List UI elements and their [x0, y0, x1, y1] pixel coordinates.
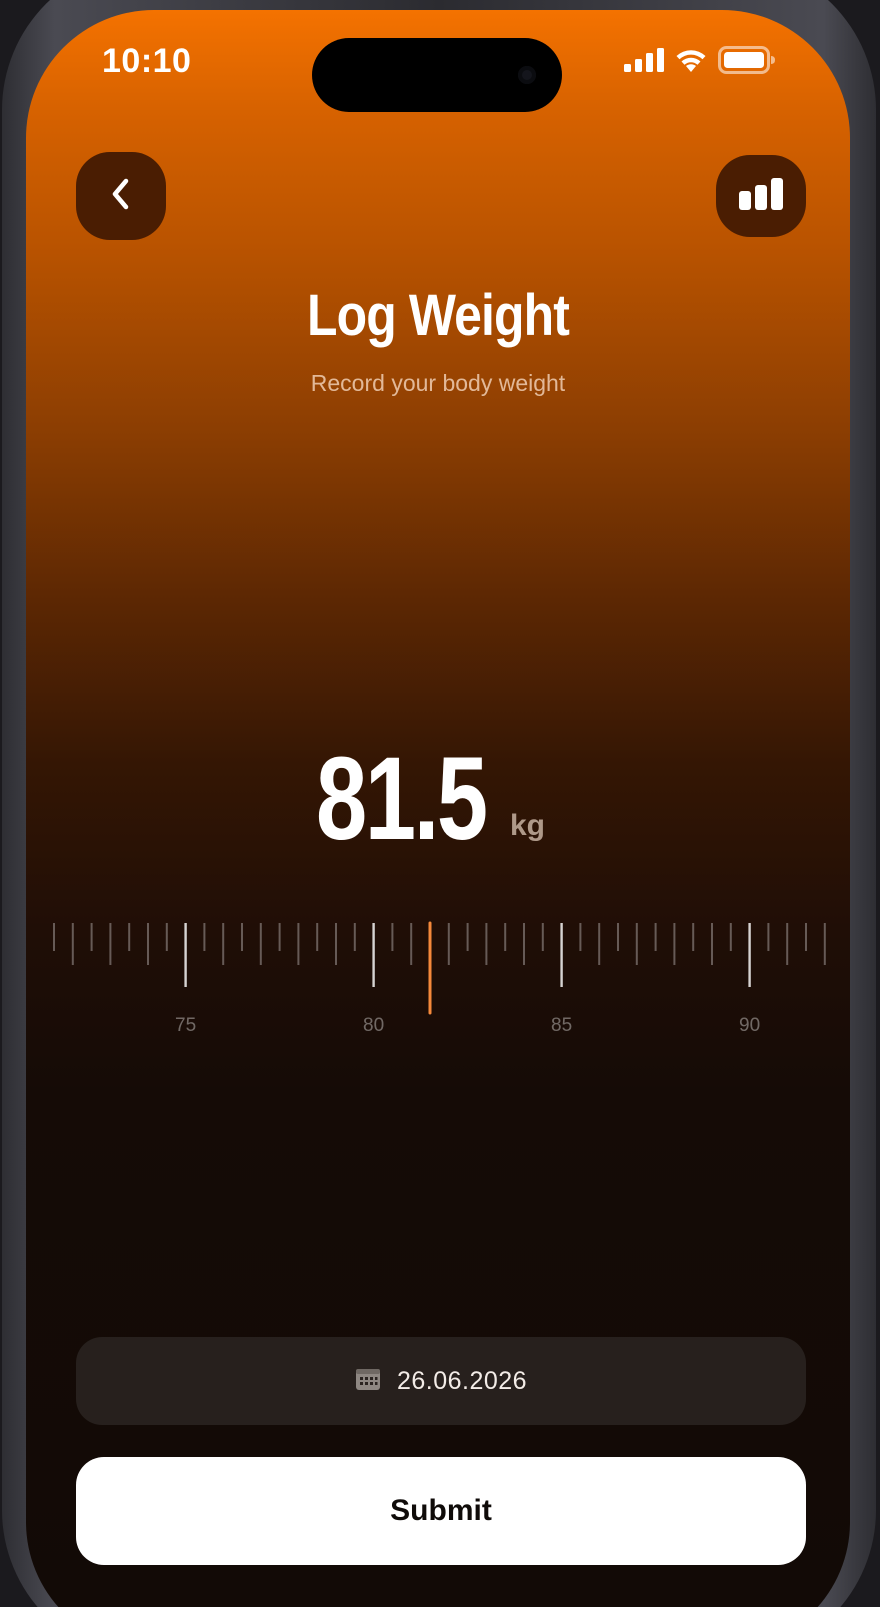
bar-chart-icon	[739, 178, 783, 214]
app-screen: 10:10 Log Weight Record your body weight…	[26, 10, 850, 1607]
ruler-label: 85	[551, 1015, 572, 1036]
date-value: 26.06.2026	[396, 1366, 528, 1395]
weight-display: 81.5 kg	[26, 733, 850, 865]
weight-unit: kg	[510, 809, 546, 842]
ruler-label: 75	[175, 1015, 196, 1036]
cellular-signal-icon	[624, 48, 664, 72]
wifi-icon	[674, 47, 708, 73]
ruler-label: 80	[363, 1015, 384, 1036]
weight-ruler-slider[interactable]: 75 80 85 90	[26, 903, 850, 1053]
dynamic-island	[312, 38, 562, 112]
stats-button[interactable]	[716, 155, 806, 237]
battery-icon	[718, 46, 776, 74]
weight-value: 81.5	[316, 733, 488, 865]
page-title: Log Weight	[306, 283, 570, 348]
status-time: 10:10	[102, 42, 192, 80]
submit-label: Submit	[390, 1494, 492, 1527]
chevron-left-icon	[109, 177, 133, 215]
front-camera-icon	[518, 66, 536, 84]
date-picker-button[interactable]: 26.06.2026	[76, 1337, 806, 1425]
submit-button[interactable]: Submit	[76, 1457, 806, 1565]
page-subtitle: Record your body weight	[310, 370, 566, 396]
status-icons	[624, 46, 776, 74]
calendar-icon	[355, 1367, 381, 1395]
back-button[interactable]	[76, 152, 166, 240]
ruler-label: 90	[739, 1015, 760, 1036]
